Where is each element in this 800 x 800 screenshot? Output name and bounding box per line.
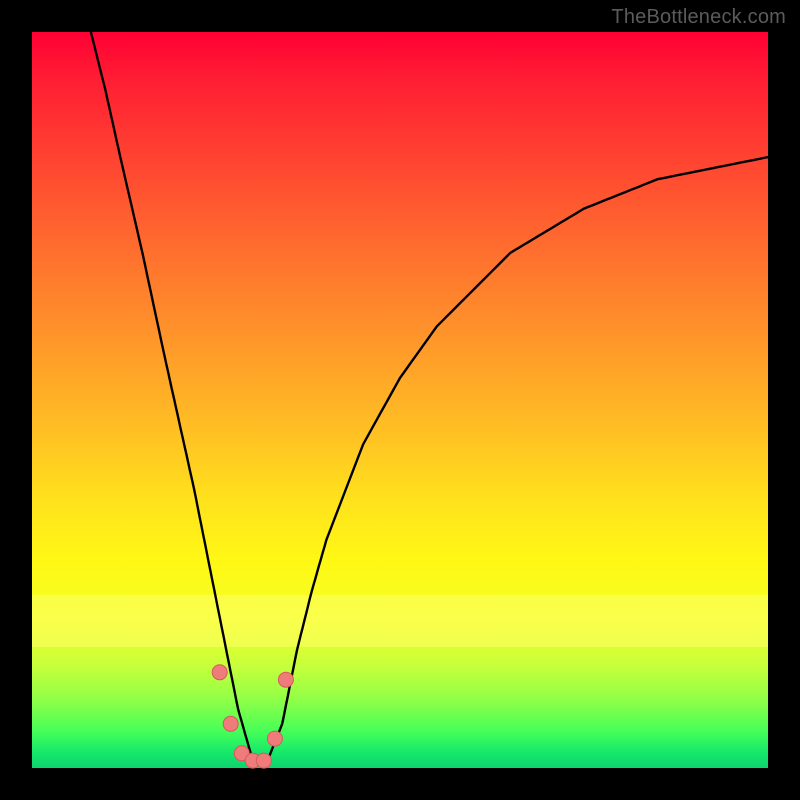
marker-dot <box>278 672 293 687</box>
marker-group <box>212 665 293 768</box>
plot-area <box>32 32 768 768</box>
bottleneck-curve <box>91 32 768 761</box>
chart-frame: TheBottleneck.com <box>0 0 800 800</box>
marker-dot <box>223 716 238 731</box>
marker-dot <box>267 731 282 746</box>
marker-dot <box>256 753 271 768</box>
marker-dot <box>212 665 227 680</box>
watermark-text: TheBottleneck.com <box>611 6 786 29</box>
curve-layer <box>32 32 768 768</box>
